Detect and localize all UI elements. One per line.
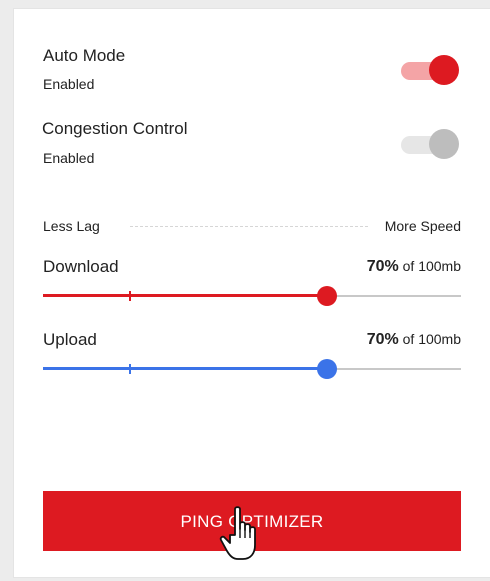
auto-mode-status: Enabled	[43, 76, 95, 92]
slider-fill	[43, 367, 327, 370]
download-percent: 70%	[366, 258, 399, 275]
more-speed-label: More Speed	[384, 218, 461, 234]
congestion-control-status: Enabled	[43, 150, 95, 166]
less-lag-label: Less Lag	[43, 218, 100, 234]
download-slider[interactable]	[43, 286, 461, 306]
download-label: Download	[43, 257, 119, 276]
auto-mode-title: Auto Mode	[43, 46, 126, 65]
upload-of: of 100mb	[402, 331, 461, 347]
upload-percent: 70%	[366, 331, 399, 348]
slider-tick	[129, 291, 131, 301]
upload-slider[interactable]	[43, 359, 461, 379]
congestion-control-title: Congestion Control	[42, 119, 188, 138]
toggle-knob	[429, 129, 459, 159]
hand-pointer-icon	[219, 506, 256, 560]
slider-thumb[interactable]	[317, 286, 337, 306]
download-of: of 100mb	[402, 258, 461, 274]
toggle-knob	[429, 55, 459, 85]
scale-divider	[130, 226, 368, 227]
upload-value: 70% of 100mb	[367, 331, 461, 349]
upload-label: Upload	[43, 330, 97, 349]
auto-mode-toggle[interactable]	[401, 54, 461, 86]
settings-card: Auto Mode Enabled Congestion Control Ena…	[14, 9, 490, 577]
congestion-control-toggle[interactable]	[401, 128, 461, 160]
slider-fill	[43, 294, 327, 297]
slider-thumb[interactable]	[317, 359, 337, 379]
download-value: 70% of 100mb	[367, 258, 461, 276]
slider-tick	[129, 364, 131, 374]
